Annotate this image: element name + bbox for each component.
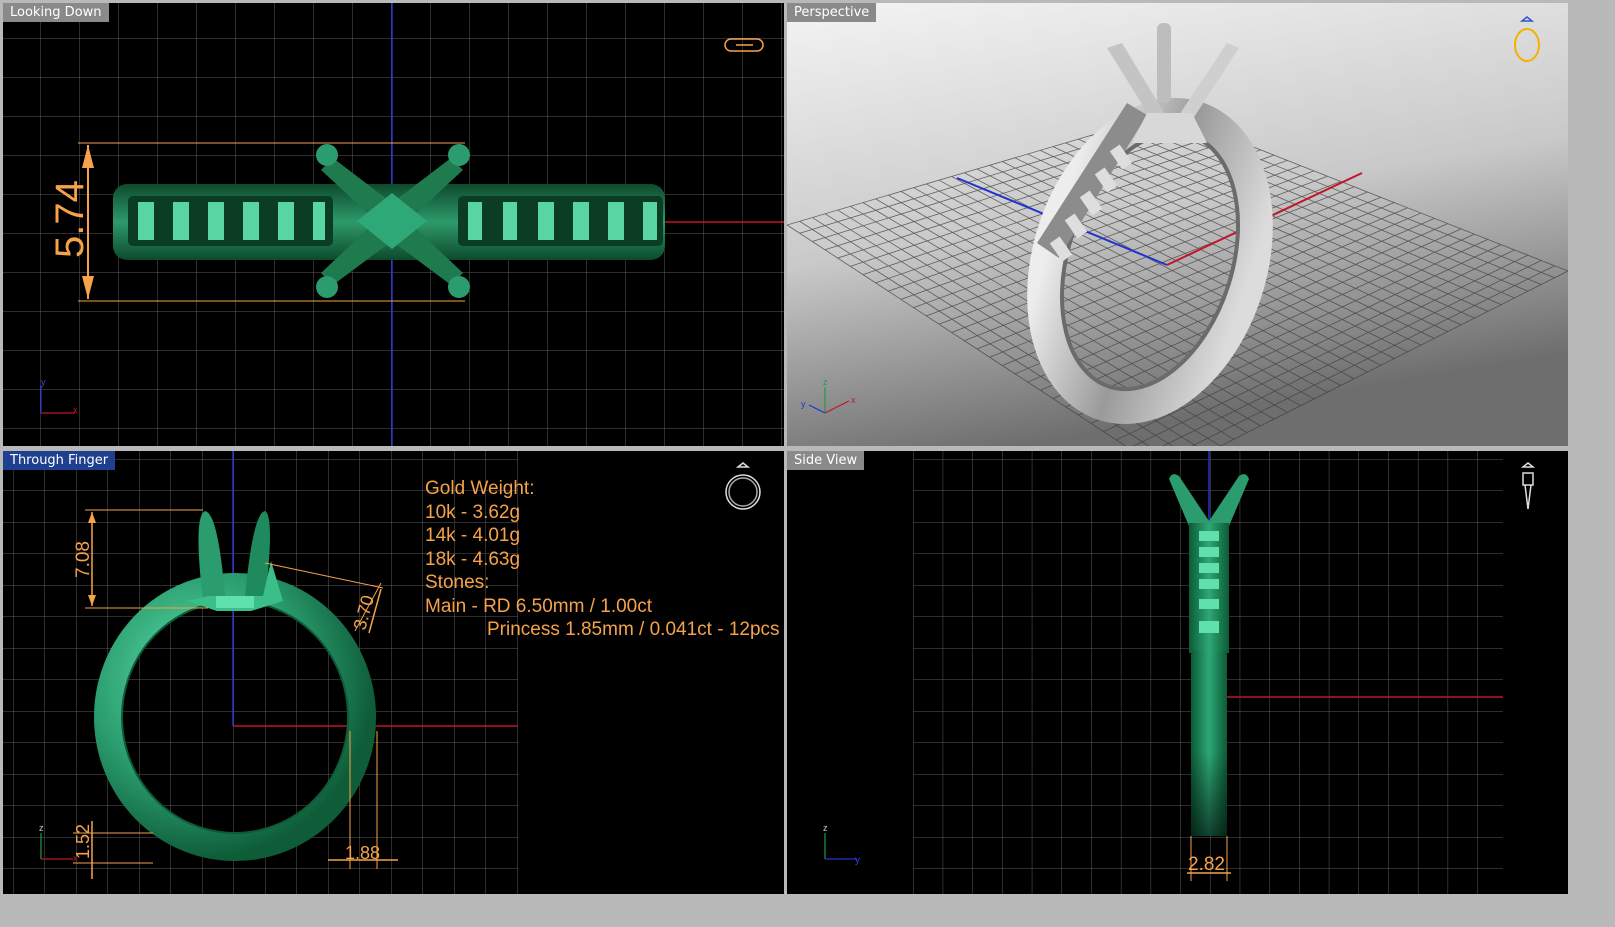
axis-z-label: z [823, 823, 828, 833]
axis-indicator: z y [823, 823, 860, 866]
axis-x-label: x [851, 395, 856, 405]
viewport-title-side-view[interactable]: Side View [787, 451, 865, 470]
viewport-title-looking-down[interactable]: Looking Down [3, 3, 109, 22]
axis-z-label: z [823, 377, 828, 387]
axis-z-label: z [39, 823, 44, 833]
gold-weight-heading: Gold Weight: [425, 478, 535, 499]
viewport-side-view[interactable]: Side View 2.82 z y [787, 451, 1568, 894]
viewport-looking-down[interactable]: Looking Down 5.74 x y [3, 3, 784, 446]
axis-x-label: x [73, 405, 78, 415]
gold-10k: 10k - 3.62g [425, 501, 521, 523]
axis-y-label: y [801, 399, 806, 409]
stones-heading: Stones: [425, 572, 490, 593]
gold-18k: 18k - 4.63g [425, 548, 521, 570]
ring-specifications: Gold Weight: 10k - 3.62g 14k - 4.01g 18k… [425, 477, 780, 642]
dimension-band-label: 1.88 [345, 843, 380, 863]
viewport-through-finger[interactable]: Through Finger 7.08 3.70 1.52 1.88 z x G… [3, 451, 784, 894]
dimension-height-label: 7.08 [73, 541, 94, 578]
perspective-scene: x y z [787, 3, 1568, 446]
dimension-width-label: 2.82 [1188, 854, 1225, 875]
dimension-label: 5.74 [48, 180, 92, 258]
axis-y-label: y [855, 855, 860, 866]
gold-14k: 14k - 4.01g [425, 525, 521, 546]
looking-down-scene: 5.74 x y [3, 3, 784, 446]
viewport-title-perspective[interactable]: Perspective [787, 3, 877, 22]
side-view-scene: 2.82 z y [823, 451, 1536, 894]
axis-x-label: x [73, 853, 78, 863]
axis-y-label: y [41, 377, 46, 387]
ring-side-icon [1520, 462, 1536, 510]
side-stones: Princess 1.85mm / 0.041ct - 12pcs [487, 619, 780, 640]
main-stone: Main - RD 6.50mm / 1.00ct [425, 595, 653, 617]
viewport-title-through-finger[interactable]: Through Finger [3, 451, 116, 470]
viewport-perspective[interactable]: Perspective x y z [787, 3, 1568, 446]
